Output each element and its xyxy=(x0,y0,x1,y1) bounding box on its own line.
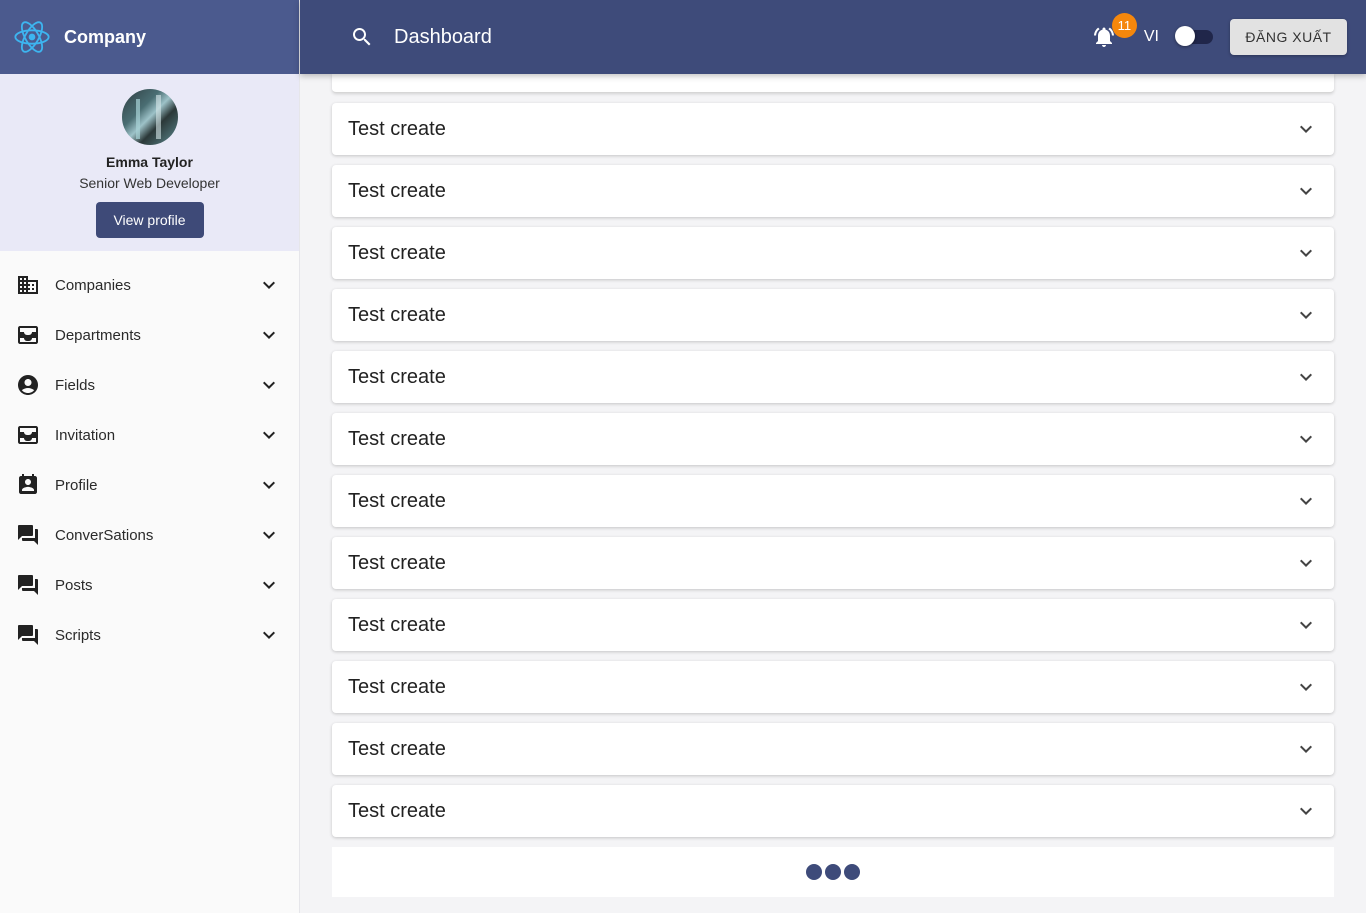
accordion-title: Test create xyxy=(348,241,446,264)
expand-more-icon xyxy=(1294,365,1318,389)
accordion-row[interactable]: Test create xyxy=(332,165,1334,217)
language-label: VI xyxy=(1143,28,1159,45)
sidebar-item-label: Invitation xyxy=(55,426,116,444)
sidebar-item-label: Companies xyxy=(55,276,131,294)
top-app-bar: Dashboard 11 VI ĐĂNG XUẤT xyxy=(300,0,1366,74)
accordion-row[interactable]: Test create xyxy=(332,599,1334,651)
accordion-row[interactable]: Test create xyxy=(332,661,1334,713)
accordion-title: Test create xyxy=(348,737,446,760)
sidebar-item-label: Profile xyxy=(55,476,98,494)
accordion-row[interactable]: Test create xyxy=(332,289,1334,341)
notification-count-badge: 11 xyxy=(1111,13,1137,38)
expand-more-icon xyxy=(1294,117,1318,141)
view-profile-button[interactable]: View profile xyxy=(95,202,204,238)
main-content: Test create Test create Test create Test… xyxy=(332,74,1334,897)
domain-icon xyxy=(16,273,40,297)
loading-indicator xyxy=(332,847,1334,897)
sidebar-item-invitation[interactable]: Invitation xyxy=(0,410,299,460)
accordion-title: Test create xyxy=(348,675,446,698)
accordion-row[interactable]: Test create xyxy=(332,227,1334,279)
expand-more-icon xyxy=(1294,489,1318,513)
chevron-down-icon xyxy=(257,473,281,497)
accordion-row[interactable]: Test create xyxy=(332,103,1334,155)
inbox-icon xyxy=(16,323,40,347)
accordion-title: Test create xyxy=(348,303,446,326)
expand-more-icon xyxy=(1294,613,1318,637)
forum-icon xyxy=(16,523,40,547)
logout-button[interactable]: ĐĂNG XUẤT xyxy=(1230,19,1347,55)
accordion-title: Test create xyxy=(348,613,446,636)
page-title: Dashboard xyxy=(394,25,492,48)
expand-more-icon xyxy=(1294,799,1318,823)
sidebar: Company Emma Taylor Senior Web Developer… xyxy=(0,0,300,913)
user-panel: Emma Taylor Senior Web Developer View pr… xyxy=(0,74,299,251)
accordion-title: Test create xyxy=(348,117,446,140)
language-toggle[interactable] xyxy=(1175,26,1213,46)
loading-dot xyxy=(825,864,841,880)
sidebar-item-label: Departments xyxy=(55,326,141,344)
forum-icon xyxy=(16,573,40,597)
chevron-down-icon xyxy=(257,373,281,397)
contact-icon xyxy=(16,473,40,497)
chevron-down-icon xyxy=(257,623,281,647)
expand-more-icon xyxy=(1294,241,1318,265)
sidebar-item-label: ConverSations xyxy=(55,526,154,544)
sidebar-item-profile[interactable]: Profile xyxy=(0,460,299,510)
loading-dot xyxy=(806,864,822,880)
accordion-row-partial[interactable] xyxy=(332,74,1334,93)
accordion-row[interactable]: Test create xyxy=(332,475,1334,527)
brand-bar: Company xyxy=(0,0,299,74)
sidebar-item-label: Fields xyxy=(55,376,96,394)
accordion-row[interactable]: Test create xyxy=(332,723,1334,775)
sidebar-item-fields[interactable]: Fields xyxy=(0,360,299,410)
accordion-row[interactable]: Test create xyxy=(332,785,1334,837)
accordion-row[interactable]: Test create xyxy=(332,537,1334,589)
expand-more-icon xyxy=(1294,179,1318,203)
notifications-button[interactable]: 11 xyxy=(1092,13,1137,49)
expand-more-icon xyxy=(1294,737,1318,761)
inbox-icon xyxy=(16,423,40,447)
expand-more-icon xyxy=(1294,675,1318,699)
sidebar-item-companies[interactable]: Companies xyxy=(0,260,299,310)
sidebar-item-posts[interactable]: Posts xyxy=(0,560,299,610)
sidebar-item-conversations[interactable]: ConverSations xyxy=(0,510,299,560)
account-circle-icon xyxy=(16,373,40,397)
sidebar-nav: Companies Departments Fields Invitation … xyxy=(0,251,299,660)
chevron-down-icon xyxy=(257,323,281,347)
search-icon[interactable] xyxy=(350,25,374,49)
sidebar-item-label: Scripts xyxy=(55,626,101,644)
forum-icon xyxy=(16,623,40,647)
expand-more-icon xyxy=(1294,427,1318,451)
chevron-down-icon xyxy=(257,273,281,297)
chevron-down-icon xyxy=(257,573,281,597)
brand-name: Company xyxy=(64,26,147,47)
sidebar-item-departments[interactable]: Departments xyxy=(0,310,299,360)
sidebar-item-scripts[interactable]: Scripts xyxy=(0,610,299,660)
accordion-title: Test create xyxy=(348,365,446,388)
react-logo-icon xyxy=(12,17,52,57)
accordion-row[interactable]: Test create xyxy=(332,413,1334,465)
expand-more-icon xyxy=(1294,551,1318,575)
expand-more-icon xyxy=(1294,303,1318,327)
user-role: Senior Web Developer xyxy=(79,175,220,191)
accordion-title: Test create xyxy=(348,489,446,512)
sidebar-item-label: Posts xyxy=(55,576,93,594)
chevron-down-icon xyxy=(257,423,281,447)
toggle-knob xyxy=(1175,26,1195,46)
accordion-title: Test create xyxy=(348,799,446,822)
chevron-down-icon xyxy=(257,523,281,547)
bell-ringing-icon xyxy=(1092,27,1116,53)
accordion-title: Test create xyxy=(348,551,446,574)
accordion-title: Test create xyxy=(348,179,446,202)
accordion-row[interactable]: Test create xyxy=(332,351,1334,403)
loading-dot xyxy=(844,864,860,880)
accordion-title: Test create xyxy=(348,427,446,450)
user-name: Emma Taylor xyxy=(106,154,193,170)
avatar xyxy=(121,89,178,145)
